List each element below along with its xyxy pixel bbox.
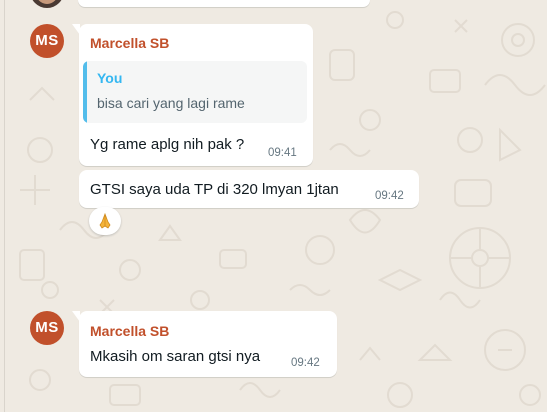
folded-hands-icon xyxy=(99,213,111,229)
message-time: 09:41 xyxy=(268,147,297,159)
message-text: GTSI saya uda TP di 320 lmyan 1jtan xyxy=(90,181,339,198)
quoted-message[interactable]: You bisa cari yang lagi rame xyxy=(83,61,307,123)
bubble-tail xyxy=(72,311,80,322)
sender-name[interactable]: Marcella SB xyxy=(90,35,169,51)
message-text: Mkasih om saran gtsi nya xyxy=(90,348,261,365)
avatar[interactable]: MS xyxy=(30,311,64,345)
quote-bar xyxy=(83,61,87,123)
reaction-badge[interactable] xyxy=(89,207,121,235)
message-text: Yg rame aplg nih pak ? xyxy=(90,136,245,153)
message-time: 09:42 xyxy=(375,190,404,202)
sender-name[interactable]: Marcella SB xyxy=(90,323,169,339)
message-bubble[interactable]: Marcella SB Mkasih om saran gtsi nya 09:… xyxy=(72,311,337,377)
quote-text: bisa cari yang lagi rame xyxy=(97,95,245,111)
message-bubble[interactable] xyxy=(78,0,370,7)
avatar[interactable]: MS xyxy=(30,24,64,58)
panel-divider xyxy=(4,0,5,412)
message-time: 09:42 xyxy=(291,357,320,369)
quote-author: You xyxy=(97,70,123,86)
message-bubble[interactable]: Marcella SB You bisa cari yang lagi rame… xyxy=(72,24,313,166)
message-bubble[interactable]: GTSI saya uda TP di 320 lmyan 1jtan 09:4… xyxy=(79,170,419,208)
bubble-tail xyxy=(72,24,80,35)
